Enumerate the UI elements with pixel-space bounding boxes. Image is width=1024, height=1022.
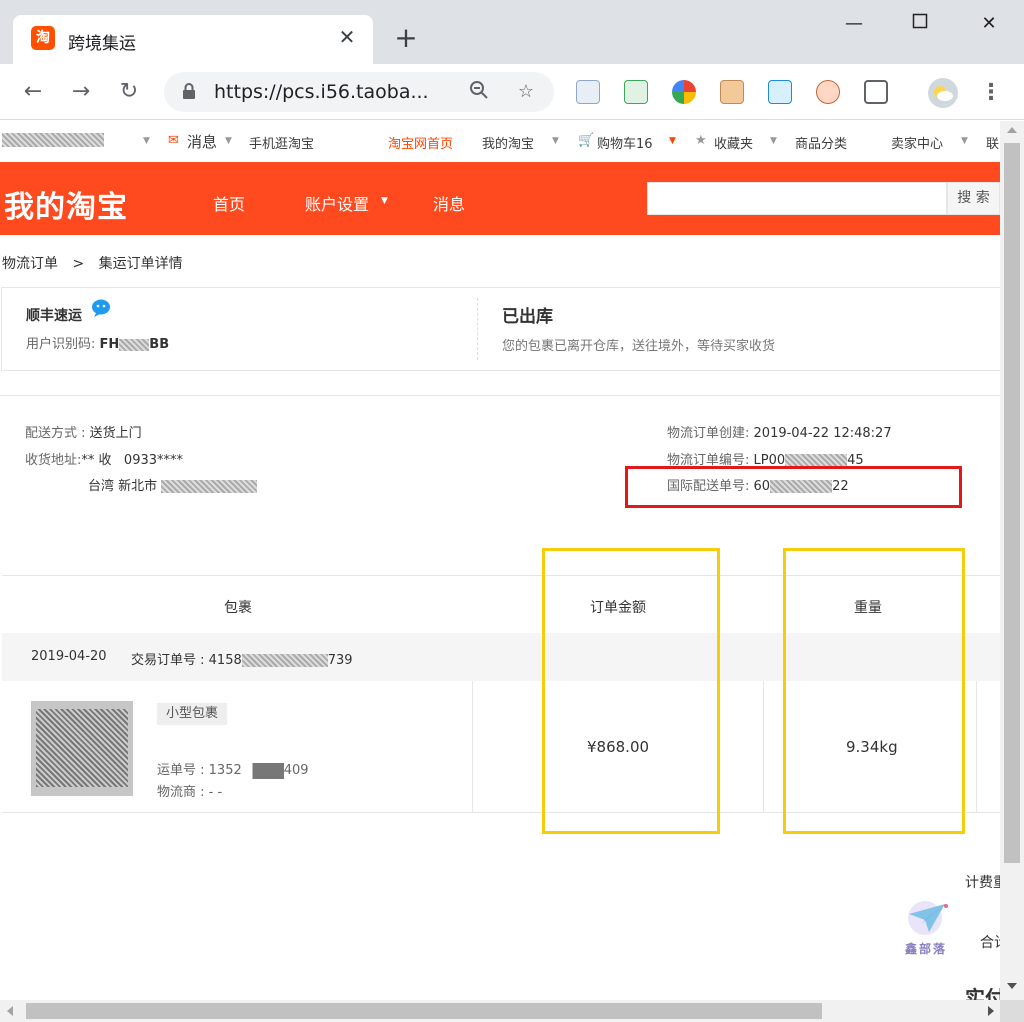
message-link[interactable]: 消息 [187,131,217,152]
chat-bubble-icon[interactable] [91,299,111,317]
highlight-box-red [625,466,962,508]
scroll-left-icon[interactable] [7,1006,13,1016]
lock-icon [183,83,195,99]
carrier-name: 顺丰速运 [26,308,82,324]
tab-close-icon[interactable]: ✕ [337,27,357,47]
mobile-link[interactable]: 手机逛淘宝 [249,133,314,152]
scroll-down-icon[interactable] [1007,983,1017,989]
breadcrumb-separator: > [72,256,85,272]
breadcrumb-root[interactable]: 物流订单 [2,256,58,272]
favorites-link[interactable]: 收藏夹 [714,133,753,152]
status-description: 您的包裹已离开仓库，送往境外，等待买家收货 [502,339,776,354]
site-top-bar: ▼ ✉ 消息 ▼ 手机逛淘宝 淘宝网首页 我的淘宝 ▼ 🛒 购物车16 ▼ ★ … [0,121,1000,162]
status-title: 已出库 [502,307,553,327]
maximize-icon[interactable] [906,10,934,38]
package-type-badge: 小型包裹 [157,703,228,725]
back-icon[interactable]: ← [18,77,48,107]
star-icon[interactable]: ☆ [514,80,538,104]
horizontal-scrollbar[interactable] [0,1000,1000,1022]
new-tab-icon[interactable]: + [393,24,419,53]
nav-home[interactable]: 首页 [213,191,245,215]
delivery-method: 配送方式 : 送货上门 [25,426,142,441]
panel-divider [477,298,478,360]
brand-logo[interactable]: 我的淘宝 [4,182,128,226]
window-close-icon[interactable]: ✕ [975,10,1003,38]
extension-color-icon[interactable] [672,80,696,104]
column-divider [763,681,764,813]
address-bar[interactable]: https://pcs.i56.taoba... ☆ [164,72,554,112]
scrollbar-corner [1000,1000,1024,1022]
categories-link[interactable]: 商品分类 [795,133,847,152]
username-masked [2,133,104,151]
reload-icon[interactable]: ↻ [114,77,144,107]
breadcrumb: 物流订单 > 集运订单详情 [2,253,183,273]
highlight-box-weight [783,548,965,834]
shipping-address-line2: 台湾 新北市 [88,475,258,494]
chevron-down-icon[interactable]: ▼ [225,136,232,146]
column-divider [472,681,473,813]
home-link[interactable]: 淘宝网首页 [388,133,453,152]
nav-account-settings[interactable]: 账户设置 [305,191,369,215]
minimize-icon[interactable]: — [840,10,868,38]
vertical-scrollbar[interactable] [1000,121,1024,1001]
cart-link[interactable]: 购物车16 [597,133,653,152]
menu-icon[interactable]: ⋮ [980,78,1002,108]
logistics-provider: 物流商 : - - [157,785,223,800]
search-input[interactable] [647,182,947,215]
mail-icon: ✉ [168,133,179,148]
cart-icon: 🛒 [578,133,595,148]
nav-messages[interactable]: 消息 [433,191,465,215]
extension-docs-icon[interactable] [576,80,600,104]
chevron-down-icon[interactable]: ▼ [381,196,388,206]
chevron-down-icon[interactable]: ▼ [669,136,676,146]
vertical-scroll-thumb[interactable] [1004,143,1020,863]
trade-order-number: 交易订单号 : 4158 739 [131,653,353,668]
chevron-down-icon[interactable]: ▼ [552,136,559,146]
favorite-star-icon: ★ [695,133,707,148]
url-text: https://pcs.i56.taoba... [214,81,429,103]
section-divider [0,395,1000,396]
package-thumbnail [31,701,133,796]
more-link[interactable]: 联 [986,133,999,152]
extension-face-icon[interactable] [720,80,744,104]
active-tab[interactable]: 淘 跨境集运 ✕ [13,15,373,64]
order-date: 2019-04-20 [31,649,107,664]
shipping-address: 收货地址:** 收 0933**** [25,453,184,468]
seller-center-link[interactable]: 卖家中心 [891,133,943,152]
search-button[interactable]: 搜 索 [947,182,1000,215]
extension-mail-icon[interactable] [624,80,648,104]
scroll-up-icon[interactable] [1007,127,1017,133]
browser-tab-strip: 淘 跨境集运 ✕ + — ✕ [0,0,1024,64]
browser-toolbar: ← → ↻ https://pcs.i56.taoba... ☆ ⋮ [0,64,1024,120]
chevron-down-icon[interactable]: ▼ [143,136,150,146]
taobao-favicon-icon: 淘 [31,26,55,50]
chevron-down-icon[interactable]: ▼ [770,136,777,146]
extension-avatar-icon[interactable] [816,80,840,104]
watermark-text: 鑫部落 [905,942,948,956]
chevron-down-icon[interactable]: ▼ [961,136,968,146]
scroll-right-icon[interactable] [988,1006,994,1016]
column-divider [976,681,977,813]
zoom-icon[interactable] [467,80,491,104]
tab-title: 跨境集运 [68,34,136,54]
user-code: 用户识别码: FH BB [26,337,170,352]
extension-capture-icon[interactable] [864,80,888,104]
highlight-box-amount [542,548,720,834]
horizontal-scroll-thumb[interactable] [26,1003,822,1019]
my-taobao-header: 我的淘宝 首页 账户设置 ▼ 消息 搜 索 [0,162,1000,235]
breadcrumb-current: 集运订单详情 [98,256,183,272]
forward-icon[interactable]: → [66,77,96,107]
extension-screen-icon[interactable] [768,80,792,104]
my-taobao-link[interactable]: 我的淘宝 [482,133,534,152]
waybill-number: 运单号 : 1352 409 [157,762,309,779]
paper-plane-logo-icon [908,901,948,935]
profile-avatar-icon[interactable] [928,78,958,108]
order-created: 物流订单创建: 2019-04-22 12:48:27 [667,426,892,441]
header-package: 包裹 [224,600,252,616]
status-panel: 顺丰速运 用户识别码: FH BB 已出库 您的包裹已离开仓库，送往境外，等待买家… [1,287,1000,371]
